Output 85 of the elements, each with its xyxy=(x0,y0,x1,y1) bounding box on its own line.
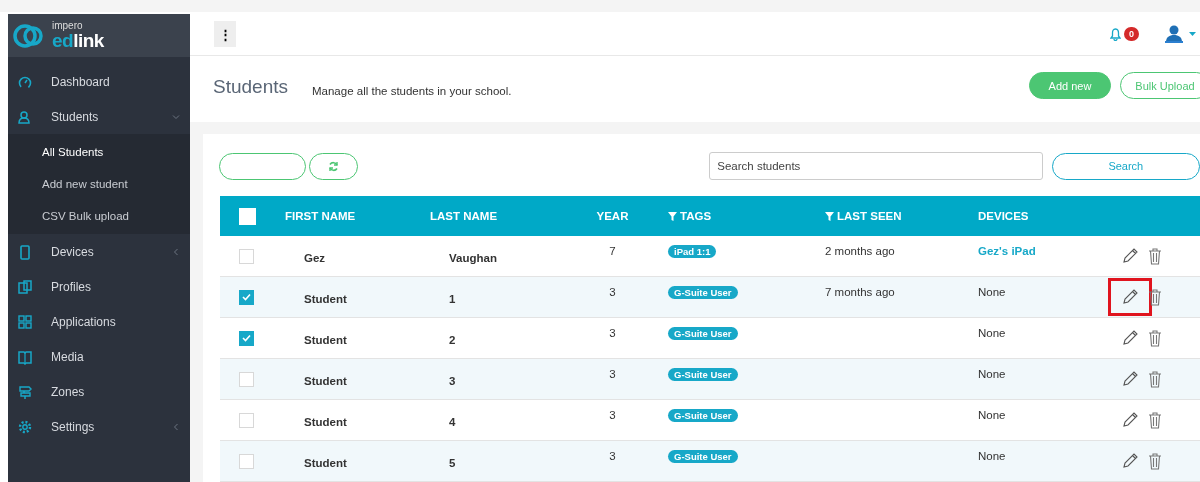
brand-name: edlink xyxy=(52,31,104,50)
table-cell: None xyxy=(978,368,1006,380)
table-cell: 2 xyxy=(449,334,456,346)
sidebar-item[interactable]: Settings xyxy=(8,409,190,444)
refresh-button[interactable] xyxy=(308,152,359,180)
tag: G-Suite User xyxy=(668,450,738,463)
notification-badge: 0 xyxy=(1124,27,1139,42)
table-cell: 2 months ago xyxy=(825,245,895,257)
table-cell: Gez xyxy=(304,252,326,264)
chevron-left-icon xyxy=(172,422,180,431)
table-cell: 3 xyxy=(609,450,616,462)
tag: iPad 1:1 xyxy=(668,245,717,258)
table-cell: Student xyxy=(304,334,347,346)
menu-item-icon xyxy=(17,108,33,125)
sidebar-item[interactable]: Media xyxy=(8,339,190,374)
bell-icon[interactable] xyxy=(1110,27,1121,41)
table-cell: None xyxy=(978,409,1006,421)
filter-icon[interactable] xyxy=(825,211,834,221)
caret-icon[interactable] xyxy=(1189,31,1196,37)
table-cell: 3 xyxy=(609,327,616,339)
chevron-down-icon xyxy=(172,112,180,121)
checkmark-icon xyxy=(242,334,251,342)
delete-icon[interactable] xyxy=(1148,370,1162,388)
tag: G-Suite User xyxy=(668,409,738,422)
checkmark-icon xyxy=(242,293,251,301)
table-cell: 4 xyxy=(449,416,456,428)
row-checkbox[interactable] xyxy=(239,330,254,346)
table-cell: 7 xyxy=(609,245,616,257)
sidebar-item[interactable]: Students xyxy=(8,99,190,134)
menu-item-icon xyxy=(17,418,33,435)
tag: G-Suite User xyxy=(668,286,738,299)
edit-icon[interactable] xyxy=(1121,288,1139,306)
menu-item-icon xyxy=(17,278,33,295)
delete-icon[interactable] xyxy=(1148,329,1162,347)
delete-icon[interactable] xyxy=(1148,247,1162,265)
edit-icon[interactable] xyxy=(1121,247,1139,265)
edit-icon[interactable] xyxy=(1121,411,1139,429)
submenu-item[interactable]: All Students xyxy=(8,136,190,168)
table-cell: 3 xyxy=(609,286,616,298)
table-cell: 3 xyxy=(609,409,616,421)
sidebar-item[interactable]: Devices xyxy=(8,234,190,269)
tag: G-Suite User xyxy=(668,368,738,381)
table-cell: 7 months ago xyxy=(825,286,895,298)
table-cell: 1 xyxy=(449,293,456,305)
table-cell: 3 xyxy=(609,368,616,380)
page-subtitle: Manage all the students in your school. xyxy=(312,84,512,97)
menu-item-icon xyxy=(17,348,33,365)
table-cell: None xyxy=(978,286,1006,298)
table-cell: None xyxy=(978,327,1006,339)
brand-logo[interactable]: impero edlink xyxy=(8,14,190,57)
edit-icon[interactable] xyxy=(1121,370,1139,388)
edit-icon[interactable] xyxy=(1121,329,1139,347)
table-cell: Student xyxy=(304,375,347,387)
delete-icon[interactable] xyxy=(1148,452,1162,470)
filter-icon[interactable] xyxy=(668,211,677,221)
table-cell: Student xyxy=(304,416,347,428)
table-cell: 5 xyxy=(449,457,456,469)
user-avatar-icon[interactable] xyxy=(1164,24,1184,45)
sidebar-item[interactable]: Dashboard xyxy=(8,64,190,99)
table-cell: None xyxy=(978,450,1006,462)
sidebar-item[interactable]: Zones xyxy=(8,374,190,409)
brand-tagline: impero xyxy=(52,21,84,31)
menu-button[interactable]: ⋮ xyxy=(214,21,236,48)
submenu-item[interactable]: Add new student xyxy=(8,168,190,200)
table-cell: Student xyxy=(304,293,347,305)
delete-icon[interactable] xyxy=(1148,288,1162,306)
refresh-icon xyxy=(328,160,340,172)
delete-icon[interactable] xyxy=(1148,411,1162,429)
select-all-checkbox[interactable] xyxy=(239,207,256,225)
page-title: Students xyxy=(213,75,288,98)
edit-icon[interactable] xyxy=(1121,452,1139,470)
sidebar-item[interactable]: Profiles xyxy=(8,269,190,304)
chevron-left-icon xyxy=(172,247,180,256)
search-field[interactable]: Search students xyxy=(709,152,1043,180)
empty-button[interactable] xyxy=(219,152,306,180)
row-checkbox[interactable] xyxy=(239,289,254,305)
table-cell: 3 xyxy=(449,375,456,387)
menu-item-icon xyxy=(17,243,33,260)
menu-item-icon xyxy=(17,383,33,400)
menu-item-icon xyxy=(17,313,33,330)
sidebar-item[interactable]: Applications xyxy=(8,304,190,339)
table-cell: Vaughan xyxy=(449,252,497,264)
tag: G-Suite User xyxy=(668,327,738,340)
submenu-item[interactable]: CSV Bulk upload xyxy=(8,200,190,232)
table-cell: Student xyxy=(304,457,347,469)
